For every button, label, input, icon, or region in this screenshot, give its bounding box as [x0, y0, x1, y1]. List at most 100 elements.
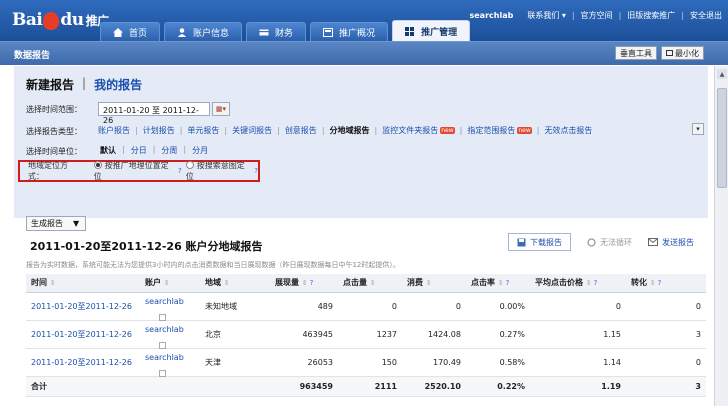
help-icon[interactable]: ? [254, 167, 258, 175]
edit-icon[interactable] [159, 342, 166, 349]
report-type-monitor-folder[interactable]: 监控文件夹报告 [382, 125, 438, 136]
edit-icon[interactable] [159, 314, 166, 321]
report-type-unit[interactable]: 单元报告 [187, 125, 219, 136]
report-type-list: 账户报告 | 计划报告 | 单元报告 | 关键词报告 | 创意报告 | 分地域报告 | 监控… [98, 125, 592, 136]
report-note: 报告为实时数据，系统可能无法为您提供3小时内的点击消费数据和当日展现数据（昨日展… [26, 261, 400, 269]
time-unit-week[interactable]: 分周 [161, 145, 177, 156]
col-ctr[interactable]: 点击率 ⇕? [466, 274, 530, 293]
main-nav: 首页 账户信息 财务 推广概况 推广管理 [100, 20, 471, 41]
tab-label: 账户信息 [193, 28, 230, 39]
col-time[interactable]: 时间 ⇕ [26, 274, 140, 293]
help-icon[interactable]: ? [310, 279, 314, 287]
tab-label: 推广概况 [339, 28, 376, 39]
separator: | [122, 145, 125, 154]
cell-time[interactable]: 2011-01-20至2011-12-26 [26, 292, 140, 321]
cell-clicks: 150 [338, 348, 402, 377]
sort-icon: ⇕ [223, 279, 230, 288]
cell-account[interactable]: searchlab [140, 320, 200, 349]
cell-region: 北京 [200, 320, 270, 349]
contact-us-link[interactable]: 联系我们 ▾ [527, 10, 566, 21]
cell-account[interactable]: searchlab [140, 348, 200, 377]
col-avg-cpc[interactable]: 平均点击价格 ⇕? [530, 274, 626, 293]
cell-cost: 170.49 [402, 348, 466, 377]
cell-account[interactable]: searchlab [140, 292, 200, 321]
help-icon[interactable]: ? [658, 279, 662, 287]
separator: | [618, 11, 622, 20]
scroll-thumb[interactable] [717, 88, 727, 188]
col-cost[interactable]: 消费 ⇕ [402, 274, 466, 293]
home-icon [113, 27, 123, 37]
cell-text: searchlab [145, 325, 184, 334]
old-version-link[interactable]: 旧版搜索推广 [627, 10, 675, 21]
report-type-account[interactable]: 账户报告 [98, 125, 130, 136]
tab-overview[interactable]: 推广概况 [310, 22, 389, 41]
radio-label: 按搜索意图定位 [185, 161, 245, 181]
minimize-button[interactable]: 最小化 [661, 46, 704, 60]
download-icon [517, 238, 526, 246]
cell-avg-cpc: 1.14 [530, 348, 626, 377]
column-label: 平均点击价格 [535, 278, 583, 288]
calendar-icon[interactable]: ▦▾ [212, 102, 230, 116]
col-region[interactable]: 地域 ⇕ [200, 274, 270, 293]
baidu-logo[interactable]: Bai du 推广 [12, 8, 109, 32]
separator: | [152, 145, 156, 154]
tab-promotion-management[interactable]: 推广管理 [392, 20, 471, 41]
help-icon[interactable]: ? [594, 279, 598, 287]
download-report-button[interactable]: 下载报告 [508, 233, 571, 251]
send-report-button[interactable]: 发送报告 [648, 237, 694, 248]
col-account[interactable]: 账户 ⇕ [140, 274, 200, 293]
column-label: 消费 [407, 278, 423, 288]
total-region [200, 376, 270, 397]
radio-geo-location[interactable]: 按推广地理位置定位 [93, 160, 176, 182]
cell-time[interactable]: 2011-01-20至2011-12-26 [26, 320, 140, 349]
loop-icon [587, 237, 596, 247]
date-range-input[interactable]: 2011-01-20 至 2011-12-26 [98, 102, 210, 125]
separator: | [179, 126, 183, 135]
report-type-region[interactable]: 分地域报告 [330, 125, 370, 136]
logo-text-2: du [60, 10, 84, 30]
report-type-plan[interactable]: 计划报告 [143, 125, 175, 136]
total-label: 合计 [26, 376, 140, 397]
radio-search-intent[interactable]: 按搜索意图定位 [185, 160, 253, 182]
panel-title: 数据报告 [14, 51, 51, 61]
table-header-row: 时间 ⇕ 账户 ⇕ 地域 ⇕ 展现量 ⇕? 点击量 ⇕ 消费 ⇕ 点击率 ⇕? … [26, 274, 706, 293]
col-impressions[interactable]: 展现量 ⇕? [270, 274, 338, 293]
cell-cost: 0 [402, 292, 466, 321]
total-clicks: 2111 [338, 376, 402, 397]
separator: | [224, 126, 228, 135]
loop-report-button[interactable]: 无法循环 [587, 237, 632, 248]
table-row: 2011-01-20至2011-12-26 searchlab 北京 46394… [26, 320, 706, 349]
panel-header: 数据报告 垂直工具 最小化 [0, 41, 728, 65]
report-type-creative[interactable]: 创意报告 [285, 125, 317, 136]
new-badge: new [440, 127, 455, 134]
more-types-button[interactable]: ▾ [692, 123, 704, 135]
scroll-up-icon[interactable]: ▲ [717, 69, 727, 79]
vertical-scrollbar[interactable]: ▲ [714, 66, 728, 406]
cell-time[interactable]: 2011-01-20至2011-12-26 [26, 348, 140, 377]
cell-text: searchlab [145, 297, 184, 306]
tab-home[interactable]: 首页 [100, 22, 161, 41]
report-type-range[interactable]: 指定范围报告 [467, 125, 515, 136]
help-icon[interactable]: ? [506, 279, 510, 287]
cell-conversions: 3 [626, 320, 706, 349]
time-unit-default[interactable]: 默认 [100, 145, 116, 156]
my-reports-link[interactable]: 我的报告 [94, 76, 142, 93]
vertical-tools-button[interactable]: 垂直工具 [615, 46, 657, 60]
tab-finance[interactable]: 财务 [246, 22, 307, 41]
official-space-link[interactable]: 官方空间 [581, 10, 613, 21]
generate-report-dropdown[interactable]: 生成报告 ▼ [26, 216, 86, 231]
col-clicks[interactable]: 点击量 ⇕ [338, 274, 402, 293]
help-icon[interactable]: ? [178, 167, 182, 175]
col-conversions[interactable]: 转化 ⇕? [626, 274, 706, 293]
edit-icon[interactable] [159, 370, 166, 377]
new-report-tab[interactable]: 新建报告 [26, 76, 74, 93]
report-type-keyword[interactable]: 关键词报告 [232, 125, 272, 136]
report-type-invalid-click[interactable]: 无效点击报告 [544, 125, 592, 136]
tab-account-info[interactable]: 账户信息 [164, 22, 243, 41]
tab-label: 推广管理 [421, 27, 458, 38]
time-unit-month[interactable]: 分月 [192, 145, 208, 156]
logout-link[interactable]: 安全退出 [690, 10, 722, 21]
cell-region: 未知地域 [200, 292, 270, 321]
time-unit-day[interactable]: 分日 [131, 145, 147, 156]
cell-ctr: 0.00% [466, 292, 530, 321]
